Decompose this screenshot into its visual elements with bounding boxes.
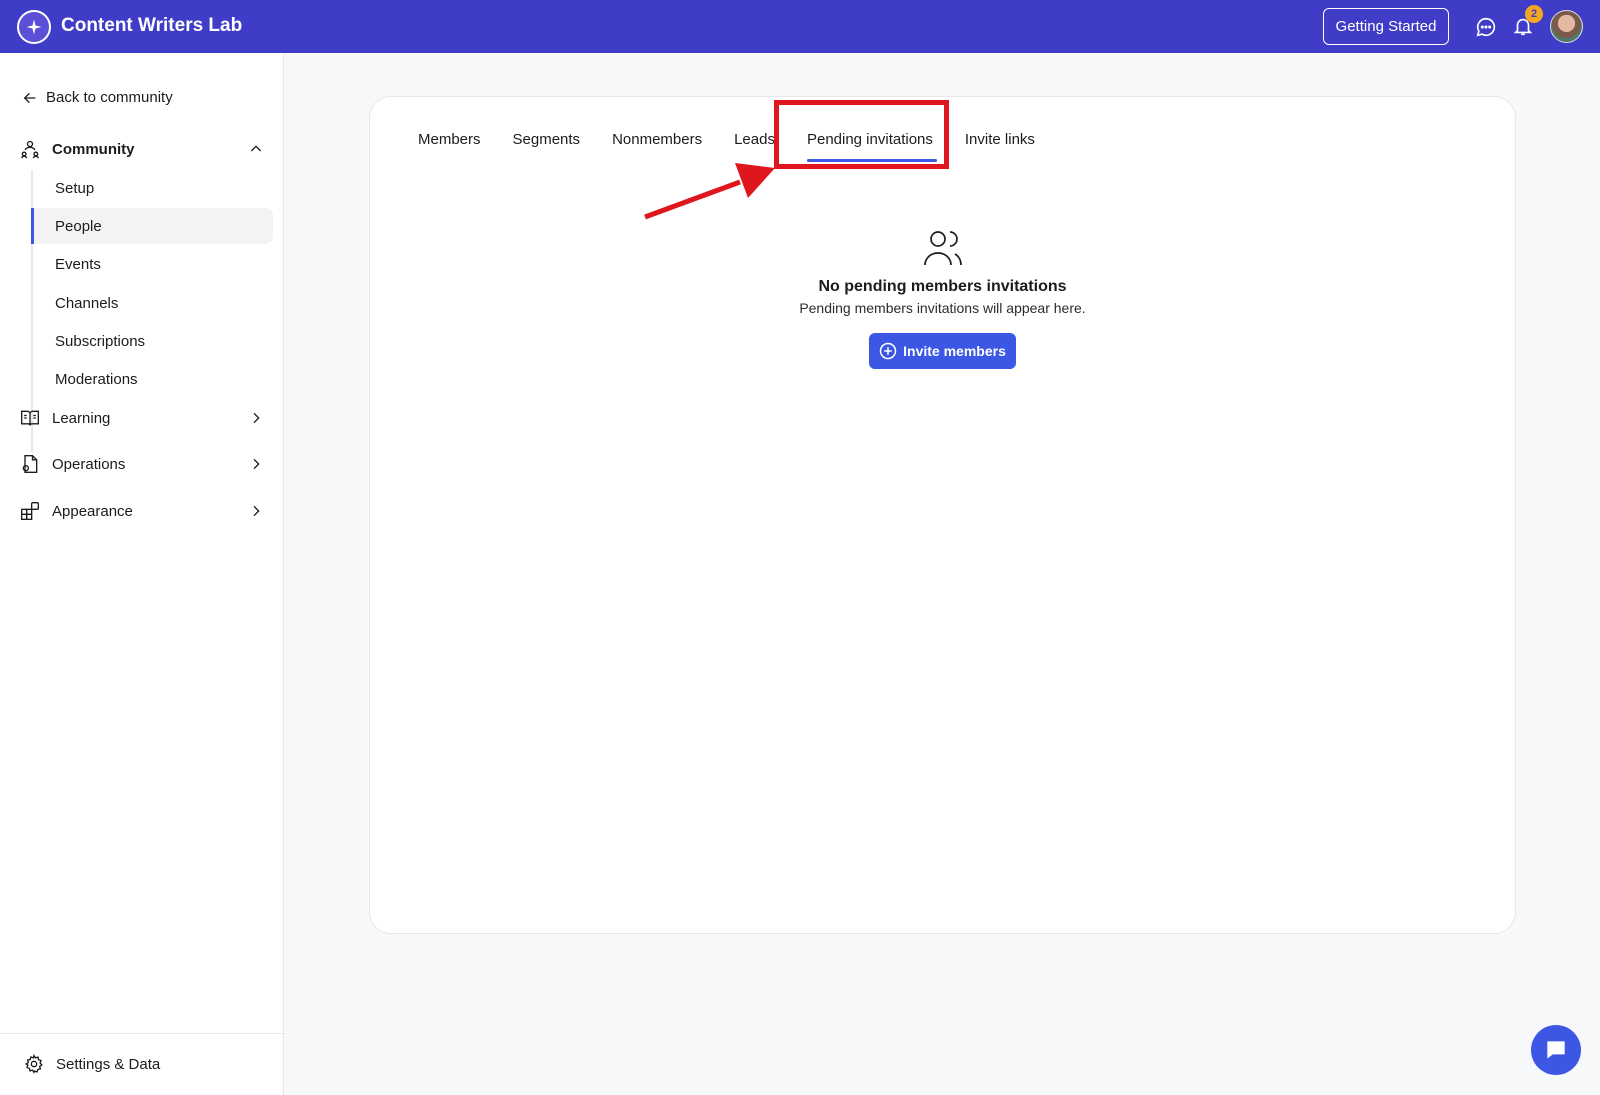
- people-tabs: Members Segments Nonmembers Leads Pendin…: [402, 125, 1051, 162]
- empty-state-subtitle: Pending members invitations will appear …: [799, 300, 1086, 316]
- document-icon: [22, 455, 38, 473]
- sidebar-item-channels[interactable]: Channels: [33, 285, 273, 321]
- sidebar-group-label: Operations: [52, 455, 126, 473]
- community-logo-icon[interactable]: [17, 10, 51, 44]
- tab-invite-links[interactable]: Invite links: [949, 125, 1051, 153]
- sidebar: Back to community Community Setup People…: [0, 53, 284, 1095]
- getting-started-button[interactable]: Getting Started: [1323, 8, 1449, 45]
- chevron-up-icon: [250, 145, 262, 152]
- sidebar-item-setup[interactable]: Setup: [33, 170, 273, 206]
- empty-state-title: No pending members invitations: [818, 278, 1067, 295]
- settings-and-data-link[interactable]: Settings & Data: [24, 1054, 160, 1074]
- sidebar-item-people[interactable]: People: [31, 208, 273, 244]
- sidebar-item-events[interactable]: Events: [33, 246, 273, 282]
- chat-icon[interactable]: [1475, 16, 1497, 38]
- chat-bubble-icon: [1547, 1041, 1565, 1059]
- book-icon: [21, 410, 39, 426]
- sidebar-group-community[interactable]: Community: [20, 139, 264, 159]
- tab-segments[interactable]: Segments: [497, 125, 597, 153]
- invite-members-label: Invite members: [903, 343, 1006, 359]
- tab-members[interactable]: Members: [402, 125, 497, 153]
- sidebar-item-subscriptions[interactable]: Subscriptions: [33, 323, 273, 359]
- arrow-left-icon: [23, 92, 36, 103]
- annotation-highlight-box: [774, 100, 949, 169]
- gear-icon: [24, 1054, 43, 1074]
- people-icon: [923, 231, 962, 266]
- sidebar-group-label: Appearance: [52, 502, 133, 520]
- empty-state: No pending members invitations Pending m…: [369, 220, 1516, 369]
- layout-icon: [21, 502, 39, 520]
- chevron-right-icon: [253, 505, 260, 517]
- community-icon: [21, 140, 39, 159]
- sidebar-group-appearance[interactable]: Appearance: [20, 501, 264, 521]
- user-avatar[interactable]: [1550, 10, 1583, 43]
- plus-circle-icon: [879, 342, 897, 360]
- app-title[interactable]: Content Writers Lab: [61, 15, 242, 37]
- sidebar-group-learning[interactable]: Learning: [20, 408, 264, 428]
- sidebar-group-label: Learning: [52, 409, 111, 427]
- settings-label: Settings & Data: [56, 1055, 161, 1073]
- tab-nonmembers[interactable]: Nonmembers: [596, 125, 718, 153]
- support-chat-button[interactable]: [1531, 1025, 1581, 1075]
- chevron-right-icon: [253, 458, 260, 470]
- back-to-community-link[interactable]: Back to community: [22, 89, 173, 106]
- sidebar-footer: Settings & Data: [0, 1033, 283, 1095]
- notification-count-badge: 2: [1525, 5, 1543, 23]
- top-navigation-bar: Content Writers Lab Getting Started 2: [0, 0, 1600, 53]
- annotation-arrow-icon: [644, 163, 775, 220]
- sidebar-group-label: Community: [52, 140, 135, 158]
- back-link-label: Back to community: [46, 89, 173, 106]
- invite-members-button[interactable]: Invite members: [869, 333, 1016, 369]
- sidebar-group-operations[interactable]: Operations: [20, 454, 264, 474]
- chevron-right-icon: [253, 412, 260, 424]
- sidebar-item-moderations[interactable]: Moderations: [33, 361, 273, 397]
